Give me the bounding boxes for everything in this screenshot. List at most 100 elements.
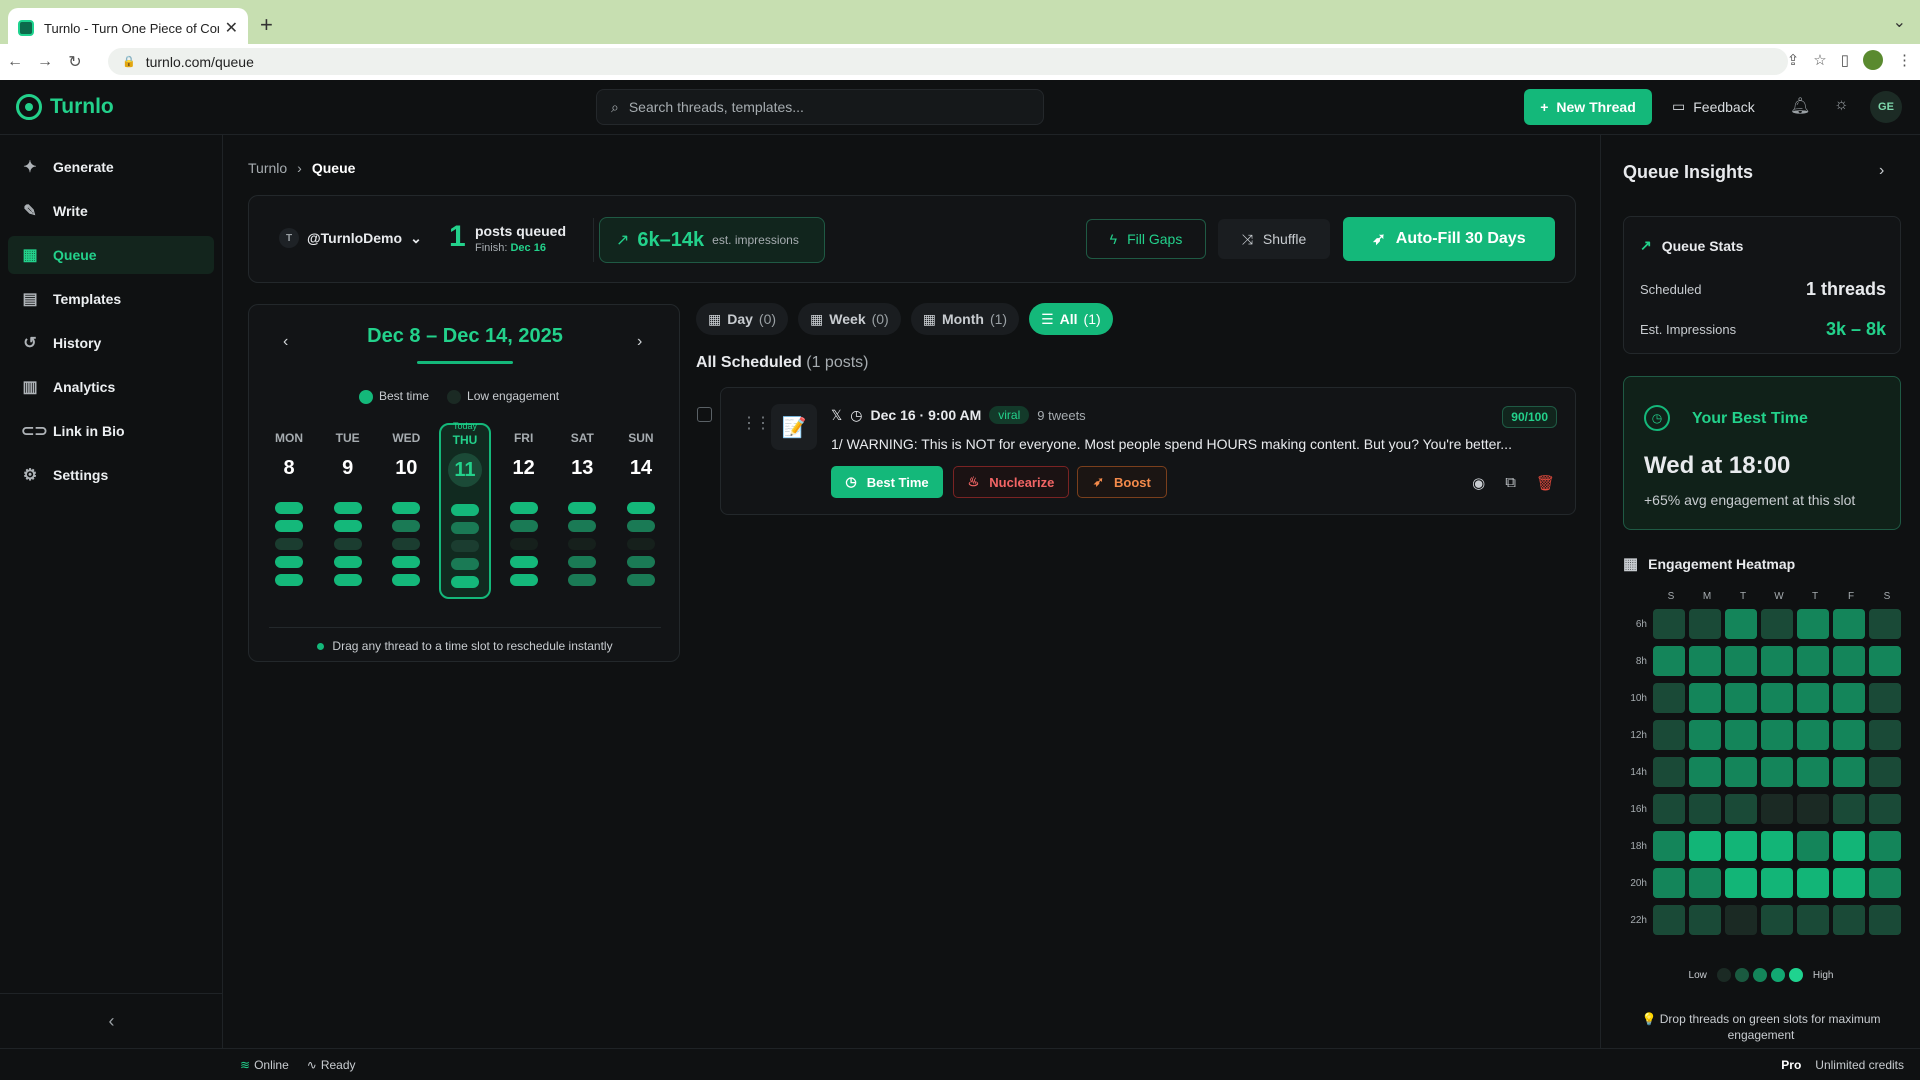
time-slot[interactable] xyxy=(392,520,421,532)
heatmap-cell[interactable] xyxy=(1761,609,1793,639)
eye-icon[interactable]: ◉ xyxy=(1472,474,1485,492)
heatmap-cell[interactable] xyxy=(1833,831,1865,861)
time-slot[interactable] xyxy=(626,556,655,568)
heatmap-cell[interactable] xyxy=(1725,720,1757,750)
auto-fill-button[interactable]: ➶ Auto-Fill 30 Days xyxy=(1343,217,1555,261)
heatmap-cell[interactable] xyxy=(1869,683,1901,713)
time-slot[interactable] xyxy=(450,522,479,534)
time-slot[interactable] xyxy=(568,502,597,514)
calendar-day[interactable]: WED 10 xyxy=(380,423,432,599)
profile-avatar[interactable] xyxy=(1863,50,1883,70)
sidebar-item-templates[interactable]: ▤ Templates xyxy=(8,280,214,318)
heatmap-cell[interactable] xyxy=(1725,683,1757,713)
heatmap-cell[interactable] xyxy=(1689,720,1721,750)
heatmap-cell[interactable] xyxy=(1761,868,1793,898)
heatmap-cell[interactable] xyxy=(1833,868,1865,898)
filter-day[interactable]: ▦ Day (0) xyxy=(696,303,789,335)
side-panel-icon[interactable]: ▯ xyxy=(1841,51,1849,69)
heatmap-cell[interactable] xyxy=(1797,609,1829,639)
time-slot[interactable] xyxy=(275,574,303,586)
heatmap-cell[interactable] xyxy=(1653,683,1685,713)
heatmap-cell[interactable] xyxy=(1797,831,1829,861)
sidebar-item-generate[interactable]: ✦ Generate xyxy=(8,148,214,186)
time-slot[interactable] xyxy=(509,574,538,586)
heatmap-cell[interactable] xyxy=(1725,609,1757,639)
chevron-right-icon[interactable]: › xyxy=(1879,162,1884,180)
heatmap-cell[interactable] xyxy=(1761,683,1793,713)
heatmap-cell[interactable] xyxy=(1689,868,1721,898)
sidebar-item-write[interactable]: ✎ Write xyxy=(8,192,214,230)
time-slot[interactable] xyxy=(509,502,538,514)
time-slot[interactable] xyxy=(626,538,655,550)
user-avatar[interactable]: GE xyxy=(1870,91,1902,123)
heatmap-cell[interactable] xyxy=(1869,609,1901,639)
heatmap-cell[interactable] xyxy=(1833,683,1865,713)
best-time-button[interactable]: ◷ Best Time xyxy=(831,466,943,498)
calendar-day[interactable]: SUN 14 xyxy=(615,423,667,599)
forward-icon[interactable]: → xyxy=(30,53,60,71)
heatmap-cell[interactable] xyxy=(1725,757,1757,787)
heatmap-cell[interactable] xyxy=(1689,831,1721,861)
heatmap-cell[interactable] xyxy=(1725,646,1757,676)
time-slot[interactable] xyxy=(450,576,479,588)
heatmap-cell[interactable] xyxy=(1653,720,1685,750)
new-thread-button[interactable]: + New Thread xyxy=(1524,89,1652,125)
heatmap-cell[interactable] xyxy=(1689,757,1721,787)
heatmap-cell[interactable] xyxy=(1833,757,1865,787)
heatmap-cell[interactable] xyxy=(1833,720,1865,750)
filter-week[interactable]: ▦ Week (0) xyxy=(798,303,901,335)
heatmap-cell[interactable] xyxy=(1653,905,1685,935)
heatmap-cell[interactable] xyxy=(1725,794,1757,824)
heatmap-cell[interactable] xyxy=(1833,794,1865,824)
heatmap-cell[interactable] xyxy=(1725,868,1757,898)
breadcrumb-root[interactable]: Turnlo xyxy=(248,160,287,176)
search-input[interactable]: ⌕ Search threads, templates... xyxy=(596,89,1044,125)
heatmap-cell[interactable] xyxy=(1869,720,1901,750)
time-slot[interactable] xyxy=(275,502,303,514)
heatmap-cell[interactable] xyxy=(1689,905,1721,935)
back-icon[interactable]: ← xyxy=(0,53,30,71)
new-tab-icon[interactable]: + xyxy=(260,12,273,38)
heatmap-cell[interactable] xyxy=(1653,794,1685,824)
sidebar-item-settings[interactable]: ⚙ Settings xyxy=(8,456,214,494)
filter-all[interactable]: ☰ All (1) xyxy=(1029,303,1113,335)
sidebar-item-link-in-bio[interactable]: ⊂⊃ Link in Bio xyxy=(8,412,214,450)
drag-handle-icon[interactable]: ⋮⋮ xyxy=(741,413,771,433)
time-slot[interactable] xyxy=(568,556,597,568)
heatmap-cell[interactable] xyxy=(1797,720,1829,750)
heatmap-cell[interactable] xyxy=(1797,757,1829,787)
tab-search-icon[interactable]: ⌄ xyxy=(1893,12,1906,32)
time-slot[interactable] xyxy=(626,502,655,514)
heatmap-cell[interactable] xyxy=(1833,646,1865,676)
heatmap-cell[interactable] xyxy=(1725,905,1757,935)
heatmap-cell[interactable] xyxy=(1653,868,1685,898)
heatmap-cell[interactable] xyxy=(1869,868,1901,898)
calendar-day[interactable]: TUE 9 xyxy=(322,423,374,599)
time-slot[interactable] xyxy=(509,538,538,550)
heatmap-cell[interactable] xyxy=(1689,794,1721,824)
time-slot[interactable] xyxy=(392,538,421,550)
time-slot[interactable] xyxy=(450,558,479,570)
time-slot[interactable] xyxy=(568,538,597,550)
heatmap-cell[interactable] xyxy=(1761,794,1793,824)
heatmap-cell[interactable] xyxy=(1761,720,1793,750)
time-slot[interactable] xyxy=(392,502,421,514)
time-slot[interactable] xyxy=(626,574,655,586)
browser-menu-icon[interactable]: ⋮ xyxy=(1897,51,1912,69)
copy-icon[interactable]: ⧉ xyxy=(1505,474,1516,492)
close-tab-icon[interactable]: ✕ xyxy=(225,18,238,38)
calendar-day[interactable]: FRI 12 xyxy=(498,423,550,599)
heatmap-cell[interactable] xyxy=(1689,609,1721,639)
time-slot[interactable] xyxy=(450,540,479,552)
time-slot[interactable] xyxy=(568,574,597,586)
time-slot[interactable] xyxy=(333,574,362,586)
heatmap-cell[interactable] xyxy=(1797,868,1829,898)
heatmap-cell[interactable] xyxy=(1869,905,1901,935)
url-bar[interactable]: 🔒 turnlo.com/queue xyxy=(108,48,1788,75)
browser-tab[interactable]: Turnlo - Turn One Piece of Con ✕ xyxy=(8,8,248,48)
heatmap-cell[interactable] xyxy=(1869,794,1901,824)
time-slot[interactable] xyxy=(333,538,362,550)
heatmap-cell[interactable] xyxy=(1797,646,1829,676)
heatmap-cell[interactable] xyxy=(1689,646,1721,676)
post-card[interactable]: ⋮⋮ 📝 𝕏 ◷ Dec 16 · 9:00 AM viral 9 tweets… xyxy=(720,387,1576,515)
